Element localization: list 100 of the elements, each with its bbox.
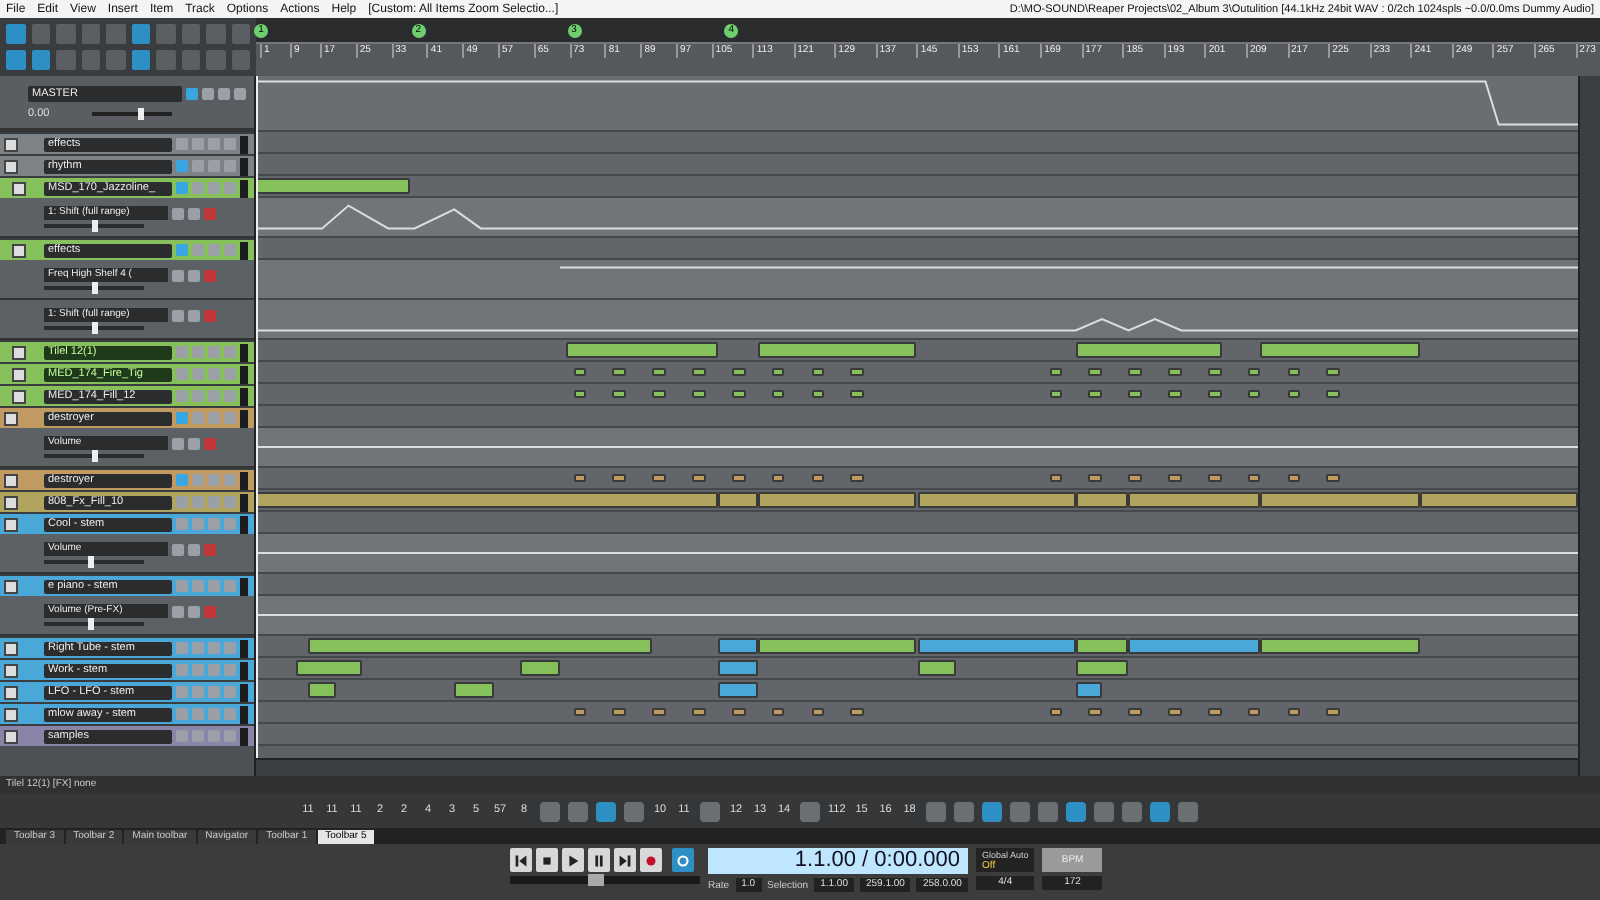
bypass-button[interactable]	[172, 543, 184, 555]
media-item[interactable]	[758, 492, 917, 508]
media-item[interactable]	[1287, 708, 1301, 716]
media-item[interactable]	[1260, 492, 1420, 508]
media-item[interactable]	[1128, 708, 1142, 716]
media-item[interactable]	[850, 474, 865, 482]
toolbar-icon[interactable]	[1149, 801, 1170, 821]
toolbar-icon[interactable]	[1093, 801, 1114, 821]
media-item[interactable]	[771, 708, 785, 716]
media-item[interactable]	[811, 474, 825, 482]
skip-forward-button[interactable]	[614, 848, 636, 872]
media-item[interactable]	[850, 708, 865, 716]
stop-button[interactable]	[536, 848, 558, 872]
media-item[interactable]	[811, 708, 825, 716]
slider-thumb[interactable]	[92, 450, 98, 462]
record-button[interactable]	[640, 848, 662, 872]
slider-thumb[interactable]	[587, 874, 604, 886]
toolbar-icon[interactable]	[925, 801, 946, 821]
media-item[interactable]	[731, 708, 746, 716]
media-item[interactable]	[612, 474, 627, 482]
media-item[interactable]	[917, 660, 957, 676]
media-item[interactable]	[652, 708, 666, 716]
hide-button[interactable]	[188, 207, 200, 219]
toolbar-icon[interactable]	[953, 801, 974, 821]
media-item[interactable]	[1128, 474, 1142, 482]
hide-button[interactable]	[188, 605, 200, 617]
bypass-button[interactable]	[172, 269, 184, 281]
media-item[interactable]	[1168, 474, 1182, 482]
media-item[interactable]	[758, 638, 917, 654]
toolbar-icon[interactable]	[800, 801, 820, 821]
media-item[interactable]	[917, 492, 1076, 508]
folder-icon[interactable]	[4, 579, 18, 593]
hide-button[interactable]	[188, 543, 200, 555]
media-item[interactable]	[1128, 638, 1261, 654]
media-item[interactable]	[1247, 708, 1261, 716]
media-item[interactable]	[1088, 474, 1103, 482]
media-item[interactable]	[1075, 638, 1129, 654]
horizontal-scrollbar[interactable]	[256, 758, 1578, 776]
slider-thumb[interactable]	[87, 618, 93, 630]
media-item[interactable]	[1049, 708, 1063, 716]
media-item[interactable]	[1287, 474, 1301, 482]
media-item[interactable]	[256, 178, 411, 194]
bypass-button[interactable]	[172, 437, 184, 449]
toolbar-icon[interactable]	[1037, 801, 1058, 821]
media-item[interactable]	[1260, 638, 1420, 654]
media-item[interactable]	[1207, 474, 1222, 482]
media-item[interactable]	[771, 474, 785, 482]
toolbar-icon[interactable]	[1121, 801, 1142, 821]
media-item[interactable]	[295, 660, 362, 676]
slider-thumb[interactable]	[138, 107, 144, 119]
toolbar-icon[interactable]	[1065, 801, 1086, 821]
bypass-button[interactable]	[172, 605, 184, 617]
toolbar-icon[interactable]	[700, 801, 720, 821]
toolbar-icon[interactable]	[1177, 801, 1198, 821]
slider-thumb[interactable]	[87, 556, 93, 568]
pause-button[interactable]	[588, 848, 610, 872]
media-item[interactable]	[256, 492, 719, 508]
media-item[interactable]	[1128, 492, 1261, 508]
media-item[interactable]	[731, 474, 746, 482]
playrate-slider[interactable]	[510, 876, 700, 884]
media-item[interactable]	[308, 638, 653, 654]
vertical-scrollbar[interactable]	[1578, 76, 1600, 776]
media-item[interactable]	[1247, 474, 1261, 482]
media-item[interactable]	[1168, 708, 1182, 716]
media-item[interactable]	[692, 708, 706, 716]
media-item[interactable]	[1260, 342, 1420, 358]
power-button[interactable]	[202, 87, 214, 99]
bypass-button[interactable]	[172, 207, 184, 219]
solo-button[interactable]	[234, 87, 246, 99]
slider-thumb[interactable]	[92, 322, 98, 334]
hide-button[interactable]	[188, 437, 200, 449]
media-item[interactable]	[566, 342, 719, 358]
media-item[interactable]	[718, 638, 759, 654]
media-item[interactable]	[612, 708, 627, 716]
skip-back-button[interactable]	[510, 848, 532, 872]
hide-button[interactable]	[188, 309, 200, 321]
media-item[interactable]	[308, 682, 336, 698]
slider-thumb[interactable]	[92, 282, 98, 294]
media-item[interactable]	[758, 342, 917, 358]
play-button[interactable]	[562, 848, 584, 872]
bypass-button[interactable]	[172, 309, 184, 321]
media-item[interactable]	[652, 474, 666, 482]
media-item[interactable]	[917, 638, 1076, 654]
repeat-button[interactable]	[672, 848, 694, 872]
media-item[interactable]	[573, 474, 587, 482]
media-item[interactable]	[1207, 708, 1222, 716]
media-item[interactable]	[1075, 342, 1222, 358]
media-item[interactable]	[718, 682, 759, 698]
media-item[interactable]	[1075, 682, 1103, 698]
slider-thumb[interactable]	[92, 220, 98, 232]
folder-icon[interactable]	[12, 243, 26, 257]
media-item[interactable]	[692, 474, 706, 482]
media-item[interactable]	[1049, 474, 1063, 482]
media-item[interactable]	[1326, 708, 1341, 716]
toolbar-icon[interactable]	[1009, 801, 1030, 821]
hide-button[interactable]	[188, 269, 200, 281]
media-item[interactable]	[718, 492, 759, 508]
media-item[interactable]	[573, 708, 587, 716]
mute-button[interactable]	[218, 87, 230, 99]
media-item[interactable]	[1075, 492, 1129, 508]
